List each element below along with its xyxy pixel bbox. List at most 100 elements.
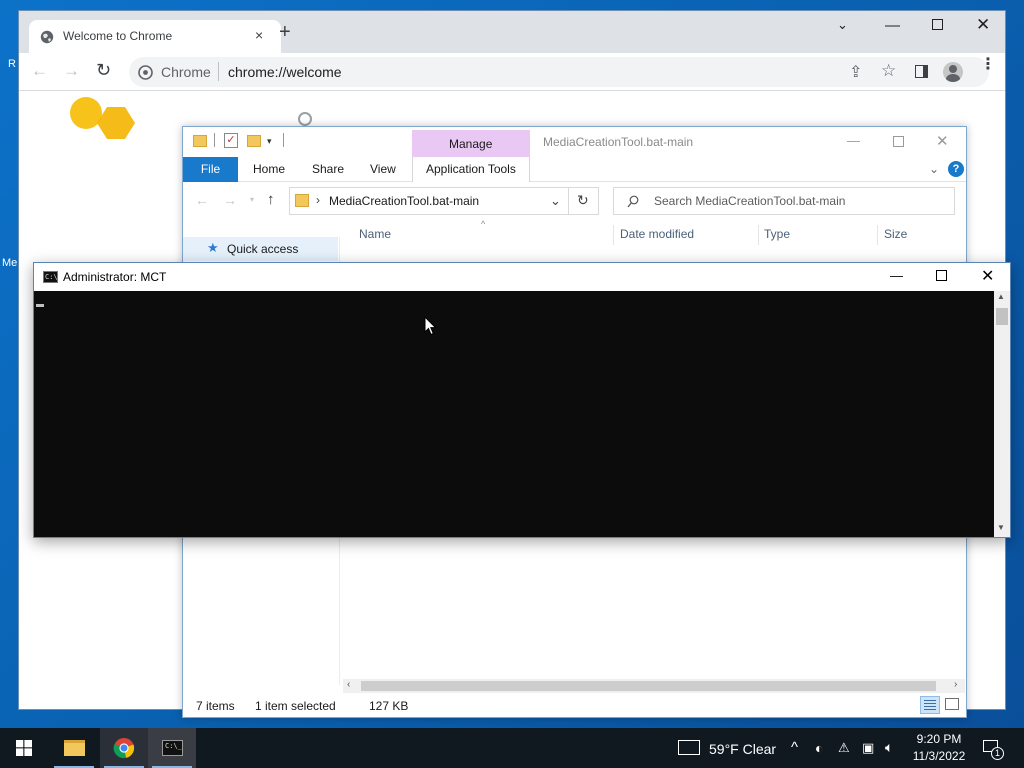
close-icon[interactable]: ✕: [976, 15, 990, 35]
scrollbar-thumb[interactable]: [996, 308, 1008, 325]
explorer-title: MediaCreationTool.bat-main: [543, 135, 694, 149]
column-divider[interactable]: [613, 225, 614, 245]
weather-text[interactable]: 59°F Clear: [709, 741, 776, 757]
taskbar-command-prompt[interactable]: C:\_: [148, 728, 196, 768]
mouse-pointer-icon: [424, 316, 437, 336]
help-icon[interactable]: ?: [948, 161, 964, 177]
refresh-icon: ↻: [577, 192, 589, 208]
minimize-icon[interactable]: —: [890, 268, 903, 283]
column-header-size[interactable]: Size: [884, 227, 907, 241]
chrome-tab-welcome[interactable]: Welcome to Chrome ×: [29, 20, 281, 53]
scroll-left-icon[interactable]: ‹: [347, 679, 350, 690]
vertical-scrollbar[interactable]: ▲ ▼: [994, 291, 1010, 537]
tab-application-tools[interactable]: Application Tools: [412, 157, 530, 182]
desktop-icon-label[interactable]: R: [8, 58, 16, 70]
cmd-window-title: Administrator: MCT: [63, 270, 167, 284]
folder-icon: [193, 135, 207, 147]
share-icon[interactable]: ⇪: [849, 62, 862, 82]
refresh-button[interactable]: ↻: [569, 187, 599, 215]
start-button[interactable]: [0, 728, 48, 768]
chevron-down-icon[interactable]: ⌄: [837, 17, 848, 33]
scroll-down-icon[interactable]: ▼: [997, 523, 1005, 532]
explorer-address-bar[interactable]: › MediaCreationTool.bat-main ⌄: [289, 187, 569, 215]
sort-ascending-icon: ^: [481, 219, 486, 229]
address-bar[interactable]: Chrome chrome://welcome ⇪ ☆: [129, 57, 989, 87]
breadcrumb-chevron-icon: ›: [316, 193, 320, 207]
tab-title: Welcome to Chrome: [63, 29, 173, 43]
volume-muted-icon[interactable]: 🔈︎: [885, 739, 893, 756]
minimize-icon[interactable]: —: [847, 133, 860, 148]
profile-avatar-icon[interactable]: [943, 62, 963, 82]
bookmark-star-icon[interactable]: ☆: [881, 61, 896, 81]
horizontal-scrollbar[interactable]: ‹ ›: [343, 679, 965, 693]
action-center-button[interactable]: 1: [982, 738, 1004, 760]
details-view-icon[interactable]: [920, 696, 940, 714]
folder-icon: [64, 740, 85, 756]
column-divider[interactable]: [758, 225, 759, 245]
breadcrumb-current-folder[interactable]: MediaCreationTool.bat-main: [329, 194, 479, 208]
reload-icon[interactable]: ↻: [96, 60, 111, 81]
desktop-icon-label[interactable]: Me: [2, 257, 17, 269]
recent-locations-chevron-icon[interactable]: ▾: [250, 195, 254, 204]
status-selection: 1 item selected: [255, 699, 336, 713]
tab-share[interactable]: Share: [312, 157, 344, 182]
security-warning-icon[interactable]: ⚠: [838, 740, 850, 756]
manage-contextual-tab[interactable]: Manage: [412, 130, 530, 157]
tab-view[interactable]: View: [370, 157, 396, 182]
ribbon-expand-chevron-icon[interactable]: ⌄: [929, 162, 939, 176]
show-hidden-icons-chevron-icon[interactable]: ^: [791, 739, 798, 756]
properties-icon[interactable]: ✓: [224, 133, 238, 148]
scroll-right-icon[interactable]: ›: [954, 679, 957, 690]
large-icons-view-icon[interactable]: [945, 698, 959, 710]
forward-arrow-icon[interactable]: →: [63, 61, 80, 81]
explorer-search-box[interactable]: Search MediaCreationTool.bat-main: [613, 187, 955, 215]
forward-arrow-icon[interactable]: →: [223, 192, 237, 208]
minimize-icon[interactable]: —: [885, 17, 900, 34]
taskbar-file-explorer[interactable]: [50, 728, 98, 768]
tab-file[interactable]: File: [183, 157, 238, 182]
clock-date[interactable]: 11/3/2022: [910, 749, 968, 763]
command-prompt-window[interactable]: C:\ Administrator: MCT — ✕ ▲ ▼: [33, 262, 1011, 538]
address-history-chevron-icon[interactable]: ⌄: [550, 193, 561, 209]
close-icon[interactable]: ✕: [981, 266, 994, 286]
folder-icon: [295, 194, 309, 207]
qat-customize-icon[interactable]: ▾: [267, 136, 272, 147]
clock-time[interactable]: 9:20 PM: [913, 732, 965, 746]
taskbar: C:\_ 59°F Clear ^ ◐ ⚠ ▣ 🔈︎ 9:20 PM 11/3/…: [0, 728, 1024, 768]
maximize-icon[interactable]: [936, 270, 947, 281]
back-arrow-icon[interactable]: ←: [195, 192, 209, 208]
scroll-up-icon[interactable]: ▲: [997, 292, 1005, 301]
maximize-icon[interactable]: [893, 136, 904, 147]
close-tab-icon[interactable]: ×: [255, 27, 263, 43]
column-header-date-modified[interactable]: Date modified: [620, 227, 694, 241]
cmd-titlebar[interactable]: C:\ Administrator: MCT — ✕: [34, 263, 1010, 291]
chrome-logo-icon: [138, 65, 153, 80]
meet-now-icon[interactable]: ◐: [815, 740, 823, 756]
tab-home[interactable]: Home: [253, 157, 285, 182]
qat-divider: [283, 133, 284, 147]
omnibox-url: chrome://welcome: [228, 64, 342, 80]
star-icon: ★: [207, 240, 219, 255]
maximize-icon[interactable]: [932, 19, 943, 30]
new-tab-button[interactable]: +: [279, 22, 291, 42]
chrome-menu-icon[interactable]: ⋮: [980, 57, 996, 73]
network-icon[interactable]: ▣: [862, 740, 874, 756]
notification-count-badge: 1: [991, 747, 1004, 760]
taskbar-chrome[interactable]: [100, 728, 148, 768]
globe-icon: [40, 30, 54, 44]
column-header-name[interactable]: Name: [359, 227, 391, 241]
new-folder-icon[interactable]: [247, 135, 261, 147]
nav-item-quick-access[interactable]: ★ Quick access: [183, 237, 338, 261]
omnibox-divider: [218, 62, 219, 81]
windows-logo-icon: [16, 740, 32, 756]
column-divider[interactable]: [877, 225, 878, 245]
omnibox-site-chip: Chrome: [161, 64, 211, 80]
close-icon[interactable]: ✕: [936, 132, 949, 150]
scrollbar-thumb[interactable]: [361, 681, 936, 691]
search-icon: [627, 195, 639, 208]
column-header-type[interactable]: Type: [764, 227, 790, 241]
side-panel-icon[interactable]: [915, 65, 928, 78]
up-arrow-icon[interactable]: ↑: [267, 191, 275, 208]
news-and-interests-icon[interactable]: [678, 740, 700, 755]
back-arrow-icon[interactable]: ←: [31, 61, 48, 81]
